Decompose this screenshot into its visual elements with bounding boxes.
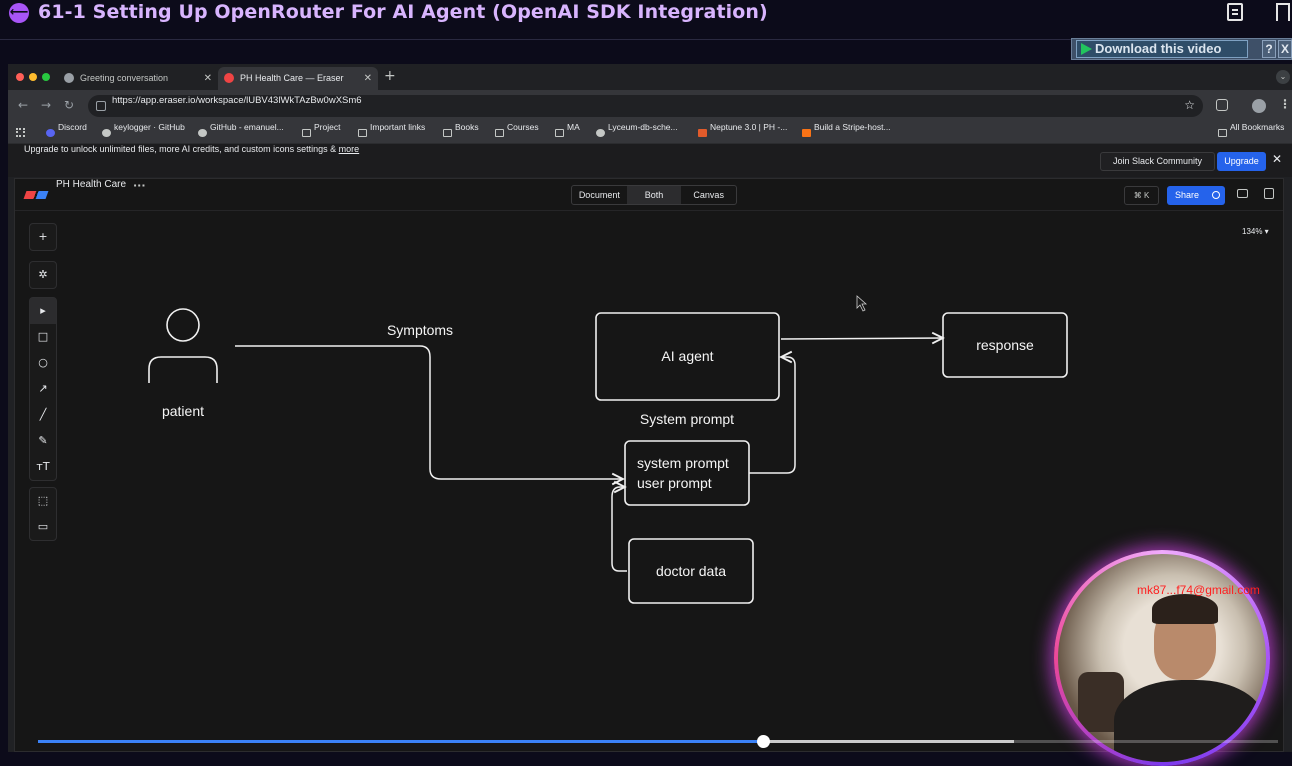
bookmark-stripe[interactable]: Build a Stripe-host...	[802, 122, 891, 137]
bookmark-icon[interactable]	[1276, 3, 1290, 21]
bookmark-ma[interactable]: MA	[555, 122, 580, 137]
upgrade-banner-text: Upgrade to unlock unlimited files, more …	[24, 144, 360, 154]
tab-label: PH Health Care — Eraser	[240, 73, 344, 83]
patient-body-shape[interactable]	[148, 356, 218, 383]
github-icon	[102, 129, 111, 137]
folder-icon	[302, 129, 311, 137]
patient-label: patient	[161, 403, 205, 419]
symptoms-label: Symptoms	[386, 322, 454, 338]
folder-icon	[495, 129, 504, 137]
notes-icon[interactable]	[1227, 3, 1243, 21]
prompts-label-line1: system prompt	[637, 455, 729, 471]
neptune-icon	[698, 129, 707, 137]
download-video-label: Download this video	[1095, 41, 1222, 56]
bookmark-neptune[interactable]: Neptune 3.0 | PH -...	[698, 122, 787, 137]
upgrade-button[interactable]: Upgrade	[1217, 152, 1266, 171]
prompts-node[interactable]	[624, 440, 750, 506]
folder-icon	[358, 129, 367, 137]
bookmark-star-icon[interactable]: ☆	[1184, 98, 1195, 112]
bookmark-books[interactable]: Books	[443, 122, 479, 137]
close-download-button[interactable]: X	[1278, 40, 1292, 58]
new-tab-plus-icon[interactable]: +	[384, 68, 396, 84]
close-banner-icon[interactable]: ✕	[1272, 152, 1282, 166]
browser-menu-icon[interactable]: ⋮	[1279, 97, 1291, 111]
help-button[interactable]: ?	[1262, 40, 1276, 58]
eraser-favicon-icon	[224, 73, 234, 83]
patient-head-shape[interactable]	[166, 308, 200, 342]
lesson-title: 61-1 Setting Up OpenRouter For AI Agent …	[38, 1, 768, 23]
tab-search-chevron-icon[interactable]: ⌄	[1276, 70, 1290, 84]
bookmark-github-emanuel[interactable]: GitHub - emanuel...	[198, 122, 284, 137]
upgrade-banner: Upgrade to unlock unlimited files, more …	[8, 144, 1292, 177]
symptoms-arrow[interactable]	[235, 345, 623, 479]
prompts-label-line2: user prompt	[637, 475, 712, 491]
mouse-cursor-icon	[856, 295, 868, 312]
bookmark-lyceum[interactable]: Lyceum-db-sche...	[596, 122, 678, 137]
bookmark-courses[interactable]: Courses	[495, 122, 539, 137]
back-arrow-icon[interactable]: ⟵	[9, 3, 29, 23]
bookmark-keylogger[interactable]: keylogger · GitHub	[102, 122, 185, 137]
agent-to-response-arrow[interactable]	[780, 338, 943, 339]
apps-grid-icon[interactable]	[16, 128, 25, 137]
play-icon	[1081, 43, 1092, 55]
url-text[interactable]: https://app.eraser.io/workspace/lUBV43lW…	[112, 95, 362, 106]
folder-icon	[1218, 129, 1227, 137]
minimize-window-dot[interactable]	[29, 73, 37, 81]
tab-greeting-conversation[interactable]: Greeting conversation ✕	[58, 67, 218, 90]
site-info-icon[interactable]	[96, 101, 106, 111]
tab-close-icon[interactable]: ✕	[204, 67, 212, 90]
tab-favicon-icon	[64, 73, 74, 83]
response-label: response	[976, 337, 1034, 353]
download-video-button[interactable]: Download this video	[1076, 40, 1248, 58]
bookmark-all-bookmarks[interactable]: All Bookmarks	[1218, 122, 1284, 137]
course-topbar: ⟵ 61-1 Setting Up OpenRouter For AI Agen…	[0, 0, 1292, 40]
profile-avatar[interactable]	[1252, 99, 1266, 113]
prompts-to-agent-arrow[interactable]	[749, 357, 796, 474]
maximize-window-dot[interactable]	[42, 73, 50, 81]
close-window-dot[interactable]	[16, 73, 24, 81]
doctor-data-label: doctor data	[655, 563, 727, 579]
played-progress	[38, 740, 764, 743]
diagram-icon	[596, 129, 605, 137]
bookmark-discord[interactable]: Discord	[46, 122, 87, 137]
banner-more-link[interactable]: more	[339, 144, 360, 154]
reload-icon[interactable]: ↻	[64, 98, 74, 112]
extensions-icon[interactable]	[1216, 99, 1228, 111]
join-slack-button[interactable]: Join Slack Community	[1100, 152, 1215, 171]
tab-close-icon[interactable]: ✕	[364, 67, 372, 90]
download-toolbar: Download this video ? X	[1071, 38, 1292, 60]
address-bar-row: ← → ↻ https://app.eraser.io/workspace/lU…	[8, 90, 1292, 122]
browser-tabstrip: Greeting conversation ✕ PH Health Care —…	[8, 64, 1292, 90]
url-omnibox[interactable]: https://app.eraser.io/workspace/lUBV43lW…	[88, 95, 1203, 117]
bookmarks-bar: Discord keylogger · GitHub GitHub - eman…	[8, 122, 1292, 144]
tab-ph-health-care[interactable]: PH Health Care — Eraser ✕	[218, 67, 378, 90]
back-icon[interactable]: ←	[18, 98, 28, 112]
folder-icon	[443, 129, 452, 137]
presenter-hair	[1152, 594, 1218, 624]
folder-icon	[555, 129, 564, 137]
watermark-email: mk87...f74@gmail.com	[1137, 583, 1260, 597]
ai-agent-label: AI agent	[661, 348, 714, 364]
bookmark-important-links[interactable]: Important links	[358, 122, 425, 137]
tab-label: Greeting conversation	[80, 73, 169, 83]
presenter-shirt	[1114, 680, 1264, 762]
system-prompt-label: System prompt	[639, 411, 735, 427]
bookmark-project[interactable]: Project	[302, 122, 340, 137]
github-icon	[198, 129, 207, 137]
video-progress-bar[interactable]	[38, 735, 1278, 748]
discord-icon	[46, 129, 55, 137]
stripe-icon	[802, 129, 811, 137]
forward-icon[interactable]: →	[41, 98, 51, 112]
